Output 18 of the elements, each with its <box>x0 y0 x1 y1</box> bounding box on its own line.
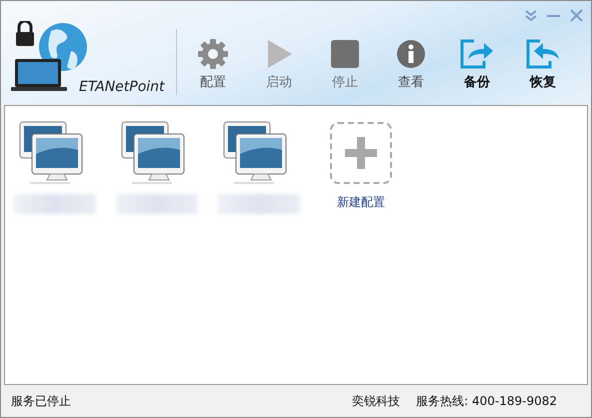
import-button[interactable]: 恢复 <box>515 38 571 91</box>
import-icon <box>526 38 560 70</box>
new-config-button[interactable] <box>330 122 392 184</box>
plus-icon <box>345 137 377 169</box>
collapse-icon[interactable] <box>525 10 537 22</box>
export-button[interactable]: 备份 <box>449 38 505 91</box>
info-button[interactable]: 查看 <box>383 38 439 91</box>
app-name: ETANetPoint <box>79 79 165 95</box>
gear-icon <box>197 38 229 70</box>
gear-button[interactable]: 配置 <box>185 38 241 91</box>
service-status: 服务已停止 <box>11 392 71 410</box>
close-icon[interactable] <box>570 9 583 22</box>
export-icon <box>460 38 494 70</box>
hotline-text: 服务热线: 400-189-9082 <box>416 392 557 410</box>
new-config-label[interactable]: 新建配置 <box>337 194 385 211</box>
info-icon <box>396 38 426 70</box>
company-name: 奕锐科技 <box>352 392 400 410</box>
stop-icon <box>330 38 360 70</box>
